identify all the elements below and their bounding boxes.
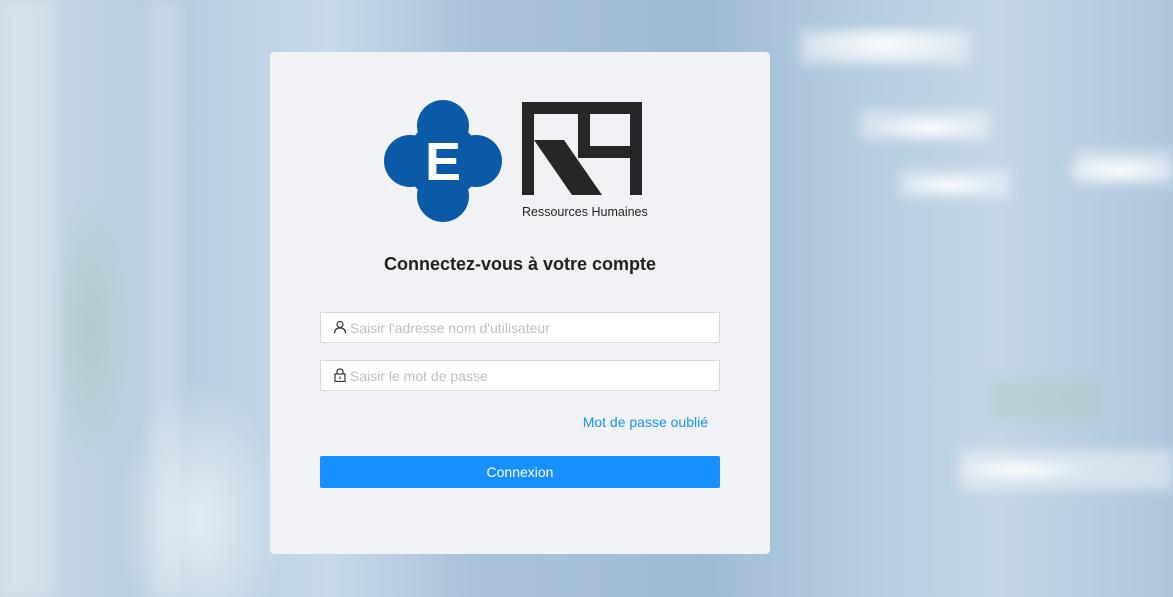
login-title: Connectez-vous à votre compte — [383, 254, 657, 274]
password-input[interactable] — [350, 361, 710, 390]
brand-mark — [522, 102, 642, 195]
logo-emblem-letter: E — [425, 132, 461, 192]
login-card: E Ressources Humaines Connectez-vous à v… — [270, 52, 770, 554]
forgot-password-link[interactable]: Mot de passe oublié — [583, 414, 708, 430]
user-icon — [333, 320, 347, 334]
username-field[interactable] — [320, 312, 720, 343]
login-button[interactable]: Connexion — [320, 456, 720, 488]
lock-icon — [334, 368, 346, 382]
logo-graphic: E Ressources Humaines — [384, 100, 648, 222]
company-logo: E Ressources Humaines — [384, 100, 660, 222]
logo-tagline: Ressources Humaines — [522, 205, 648, 219]
password-field[interactable] — [320, 360, 720, 391]
username-input[interactable] — [350, 313, 710, 342]
